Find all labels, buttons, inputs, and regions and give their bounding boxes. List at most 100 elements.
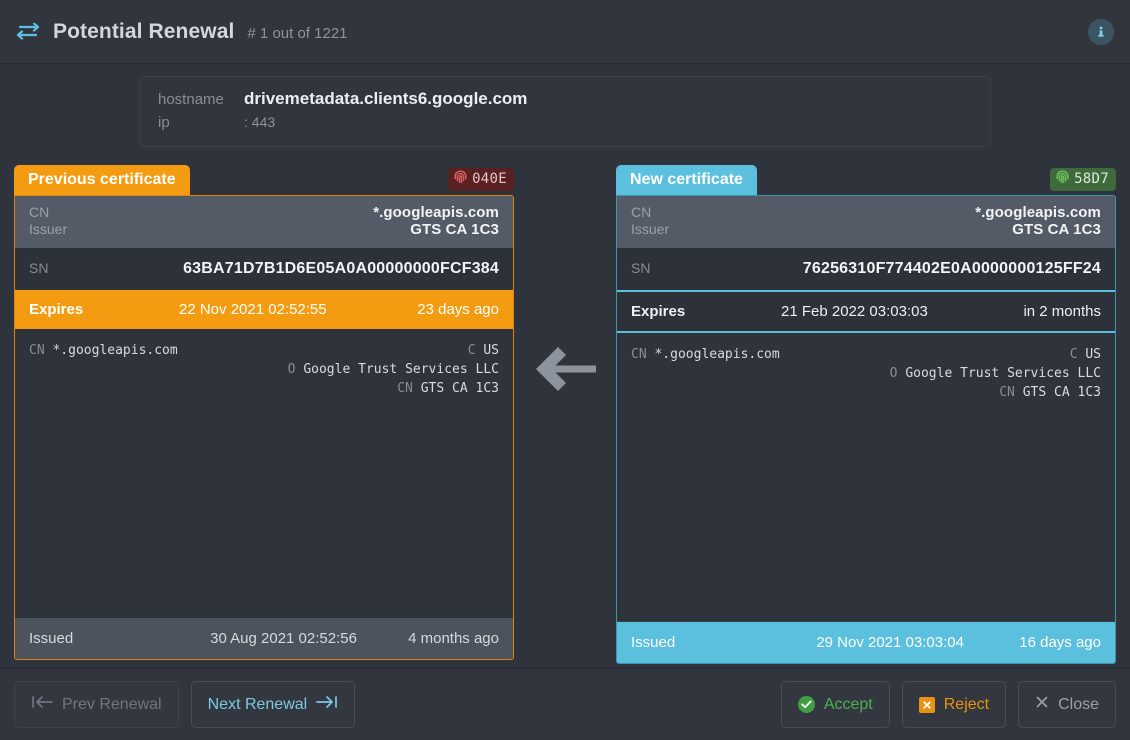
new-expires-label: Expires: [631, 303, 781, 320]
detail-right-key: CN: [397, 381, 413, 396]
detail-right-value: GTS CA 1C3: [421, 381, 499, 396]
previous-issued-relative: 4 months ago: [408, 630, 499, 647]
previous-sn-label: SN: [29, 260, 48, 276]
transition-arrow-area: [514, 165, 616, 668]
previous-subject-block: CN *.googleapis.com Issuer GTS CA 1C3: [15, 196, 513, 248]
new-expires-date: 21 Feb 2022 03:03:03: [781, 303, 1023, 320]
certificate-comparison: Previous certificate 040E: [0, 153, 1130, 668]
new-issued-row: Issued 29 Nov 2021 03:03:04 16 days ago: [617, 621, 1115, 663]
host-info-box: hostname drivemetadata.clients6.google.c…: [139, 76, 991, 147]
previous-certificate-panel: Previous certificate 040E: [14, 165, 514, 660]
prev-renewal-label: Prev Renewal: [62, 696, 162, 714]
new-issued-relative: 16 days ago: [1019, 634, 1101, 651]
new-sn-value: 76256310F774402E0A0000000125FF24: [803, 260, 1101, 278]
detail-right-value: GTS CA 1C3: [1023, 385, 1101, 400]
previous-certificate-tab[interactable]: Previous certificate: [14, 165, 190, 195]
arrow-to-start-icon: [31, 695, 53, 714]
footer-bar: Prev Renewal Next Renewal: [0, 668, 1130, 740]
next-renewal-button[interactable]: Next Renewal: [191, 681, 356, 728]
detail-right-key: O: [288, 362, 296, 377]
close-label: Close: [1058, 696, 1099, 714]
arrow-left-icon: [530, 343, 600, 400]
new-issuer-row: Issuer GTS CA 1C3: [631, 221, 1101, 238]
arrow-to-end-icon: [316, 695, 338, 714]
hostname-row: hostname drivemetadata.clients6.google.c…: [158, 87, 972, 111]
detail-right-key: O: [890, 366, 898, 381]
certificate-detail-line: O Google Trust Services LLC: [631, 364, 1101, 383]
previous-fingerprint-badge: 040E: [448, 168, 514, 191]
new-certificate-tab[interactable]: New certificate: [616, 165, 757, 195]
info-icon[interactable]: [1088, 19, 1114, 45]
new-cn-row: CN *.googleapis.com: [631, 204, 1101, 221]
new-certificate-panel: New certificate 58D7: [616, 165, 1116, 664]
previous-issued-label: Issued: [29, 630, 159, 647]
renewal-counter: # 1 out of 1221: [247, 21, 347, 42]
previous-issuer-row: Issuer GTS CA 1C3: [29, 221, 499, 238]
previous-issuer-label: Issuer: [29, 221, 67, 237]
new-fingerprint-text: 58D7: [1074, 171, 1109, 187]
ip-row: ip : 443: [158, 111, 972, 134]
next-renewal-label: Next Renewal: [208, 696, 308, 714]
previous-issued-date: 30 Aug 2021 02:52:56: [159, 630, 408, 647]
previous-cn-label: CN: [29, 204, 49, 220]
new-expires-row: Expires 21 Feb 2022 03:03:03 in 2 months: [617, 290, 1115, 333]
previous-cn-row: CN *.googleapis.com: [29, 204, 499, 221]
prev-renewal-button[interactable]: Prev Renewal: [14, 681, 179, 728]
accept-button[interactable]: Accept: [781, 681, 890, 728]
new-certificate-details: CN *.googleapis.com C US: [617, 333, 1115, 621]
previous-sn-value: 63BA71D7B1D6E05A0A00000000FCF384: [183, 260, 499, 278]
previous-cn-value: *.googleapis.com: [373, 204, 499, 221]
previous-expires-date: 22 Nov 2021 02:52:55: [179, 301, 417, 318]
previous-expires-label: Expires: [29, 301, 179, 318]
previous-issuer-value: GTS CA 1C3: [410, 221, 499, 238]
certificate-detail-line: CN *.googleapis.com C US: [29, 341, 499, 360]
action-buttons: Accept Reject Close: [781, 681, 1116, 728]
previous-certificate-details: CN *.googleapis.com C US: [15, 329, 513, 617]
host-section: hostname drivemetadata.clients6.google.c…: [0, 64, 1130, 153]
check-circle-icon: [798, 696, 815, 713]
detail-left-value: *.googleapis.com: [654, 347, 779, 362]
fingerprint-icon: [454, 170, 467, 188]
new-issued-date: 29 Nov 2021 03:03:04: [761, 634, 1019, 651]
ip-value: : 443: [244, 111, 275, 134]
certificate-detail-line: CN *.googleapis.com C US: [631, 345, 1101, 364]
new-issuer-value: GTS CA 1C3: [1012, 221, 1101, 238]
previous-sn-row: SN 63BA71D7B1D6E05A0A00000000FCF384: [15, 248, 513, 290]
hostname-value: drivemetadata.clients6.google.com: [244, 87, 527, 110]
ip-label: ip: [158, 111, 244, 134]
new-cn-value: *.googleapis.com: [975, 204, 1101, 221]
fingerprint-icon: [1056, 170, 1069, 188]
previous-certificate-body: CN *.googleapis.com Issuer GTS CA 1C3 SN…: [14, 195, 514, 660]
new-cn-label: CN: [631, 204, 651, 220]
detail-right-value: US: [483, 343, 499, 358]
certificate-detail-line: CN GTS CA 1C3: [631, 383, 1101, 402]
detail-left-key: CN: [631, 347, 647, 362]
previous-issued-row: Issued 30 Aug 2021 02:52:56 4 months ago: [15, 617, 513, 659]
new-issued-label: Issued: [631, 634, 761, 651]
previous-expires-relative: 23 days ago: [417, 301, 499, 318]
swap-arrows-icon: [16, 23, 40, 41]
previous-fingerprint-text: 040E: [472, 171, 507, 187]
navigation-buttons: Prev Renewal Next Renewal: [14, 681, 355, 728]
new-sn-row: SN 76256310F774402E0A0000000125FF24: [617, 248, 1115, 290]
detail-left-value: *.googleapis.com: [52, 343, 177, 358]
reject-label: Reject: [944, 696, 989, 714]
hostname-label: hostname: [158, 88, 244, 111]
detail-right-value: Google Trust Services LLC: [303, 362, 499, 377]
previous-expires-row: Expires 22 Nov 2021 02:52:55 23 days ago: [15, 290, 513, 329]
new-expires-relative: in 2 months: [1023, 303, 1101, 320]
reject-button[interactable]: Reject: [902, 681, 1006, 728]
certificate-detail-line: O Google Trust Services LLC: [29, 360, 499, 379]
detail-right-value: Google Trust Services LLC: [905, 366, 1101, 381]
close-button[interactable]: Close: [1018, 681, 1116, 728]
x-square-icon: [919, 697, 935, 713]
new-sn-label: SN: [631, 260, 650, 276]
previous-panel-header: Previous certificate 040E: [14, 165, 514, 195]
detail-right-key: C: [1070, 347, 1078, 362]
detail-left-key: CN: [29, 343, 45, 358]
detail-right-value: US: [1085, 347, 1101, 362]
accept-label: Accept: [824, 696, 873, 714]
new-certificate-body: CN *.googleapis.com Issuer GTS CA 1C3 SN…: [616, 195, 1116, 664]
detail-right-key: C: [468, 343, 476, 358]
new-subject-block: CN *.googleapis.com Issuer GTS CA 1C3: [617, 196, 1115, 248]
